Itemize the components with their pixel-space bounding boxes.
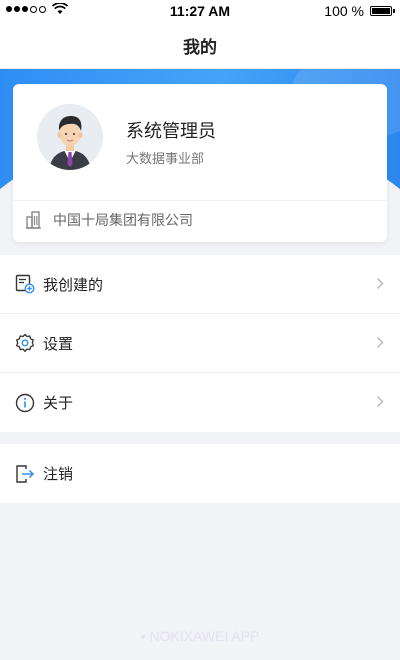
organization-name: 中国十局集团有限公司	[53, 213, 193, 229]
nav-bar: 我的	[0, 22, 400, 69]
card-divider	[13, 200, 387, 201]
menu-label-settings: 设置	[43, 334, 74, 353]
profile-department: 大数据事业部	[126, 152, 205, 167]
logout-button[interactable]: 注销	[0, 444, 400, 503]
page-title: 我的	[183, 37, 217, 58]
menu-item-about[interactable]: 关于	[0, 373, 400, 432]
watermark: • NOKIXAWEI APP	[140, 628, 260, 644]
profile-name: 系统管理员	[126, 121, 216, 142]
profile-card[interactable]: 系统管理员 大数据事业部 中国十局集团有限公司	[13, 84, 387, 242]
logout-label: 注销	[43, 465, 74, 483]
avatar[interactable]	[37, 104, 103, 170]
logout-group: 注销	[0, 444, 400, 503]
menu-item-my-created[interactable]: 我创建的	[0, 255, 400, 314]
gear-icon	[14, 332, 36, 354]
chevron-right-icon	[376, 395, 384, 408]
status-right: 100 %	[324, 3, 395, 19]
user-avatar-icon	[37, 104, 103, 170]
screen: 11:27 AM 100 % 我的 系统管理员 大数据事业部 中国十局集团有限公…	[0, 0, 400, 660]
status-bar: 11:27 AM 100 %	[0, 0, 400, 22]
document-add-icon	[14, 273, 36, 295]
menu-group: 我创建的 设置 关于	[0, 255, 400, 432]
building-icon	[26, 211, 41, 229]
chevron-right-icon	[376, 336, 384, 349]
menu-item-settings[interactable]: 设置	[0, 314, 400, 373]
menu-label-about: 关于	[43, 394, 74, 412]
chevron-right-icon	[376, 277, 384, 290]
organization-row: 中国十局集团有限公司	[25, 210, 193, 230]
battery-icon	[370, 6, 395, 16]
battery-percent: 100 %	[324, 3, 364, 19]
battery-fill	[372, 8, 390, 14]
menu-label-my-created: 我创建的	[43, 275, 104, 294]
logout-icon	[14, 463, 36, 485]
info-icon	[14, 392, 36, 414]
